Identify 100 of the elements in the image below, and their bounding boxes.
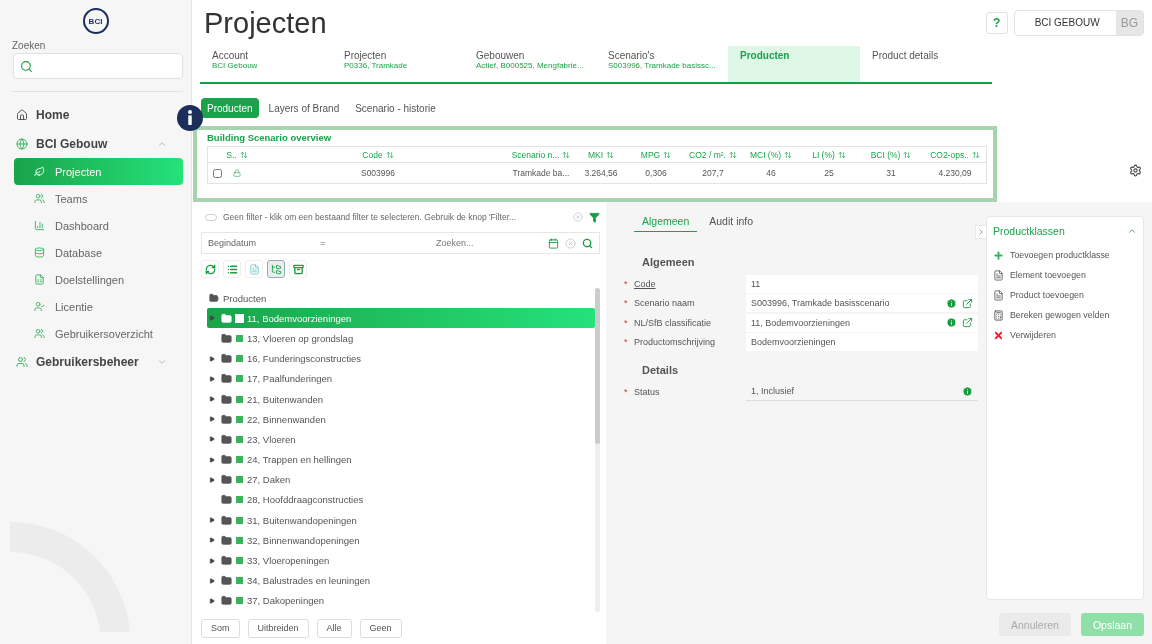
- sidebar-item[interactable]: BCI Gebouw: [0, 129, 167, 158]
- sort-icon[interactable]: [903, 150, 912, 159]
- column-header[interactable]: CO2 / m².: [684, 147, 742, 163]
- form-tab[interactable]: Audit info: [701, 210, 762, 232]
- form-field[interactable]: 11, Bodemvoorzieningen: [746, 313, 978, 332]
- sort-icon[interactable]: [562, 150, 571, 159]
- sort-icon[interactable]: [663, 150, 672, 159]
- tree-item[interactable]: 28, Hoofddraagconstructies: [207, 489, 595, 511]
- search-icon[interactable]: [582, 237, 593, 249]
- tree-item[interactable]: 21, Buitenwanden: [207, 388, 595, 410]
- panel-action[interactable]: Element toevoegen: [993, 265, 1137, 285]
- form-field[interactable]: S003996, Tramkade basisscenario: [746, 294, 978, 312]
- sidebar-item[interactable]: Teams: [14, 185, 183, 212]
- column-header[interactable]: Code: [248, 147, 508, 163]
- column-header[interactable]: MKI: [574, 147, 628, 163]
- caret-icon[interactable]: [209, 557, 215, 564]
- tree-item[interactable]: 27, Daken: [207, 469, 595, 490]
- panel-action[interactable]: Product toevoegen: [993, 285, 1137, 305]
- tree-item[interactable]: 32, Binnenwandopeningen: [207, 530, 595, 551]
- tree-item[interactable]: 24, Trappen en hellingen: [207, 449, 595, 470]
- breadcrumb-tab[interactable]: Gebouwen Actief, B000525, Mengfabrie...: [464, 46, 596, 82]
- form-field[interactable]: Bodemvoorzieningen: [746, 333, 978, 351]
- user-badge[interactable]: BCI GEBOUW BG: [1013, 10, 1144, 36]
- sort-icon[interactable]: [385, 150, 394, 159]
- sort-icon[interactable]: [728, 150, 737, 159]
- settings-icon[interactable]: [1129, 164, 1142, 177]
- tree-item[interactable]: 23, Vloeren: [207, 429, 595, 450]
- panel-action[interactable]: Toevoegen productklasse: [993, 245, 1137, 265]
- search-field[interactable]: [13, 53, 183, 79]
- caret-icon[interactable]: [209, 375, 215, 382]
- sort-icon[interactable]: [971, 150, 980, 159]
- sidebar-item[interactable]: Database: [14, 239, 183, 266]
- tree-item[interactable]: 13, Vloeren op grondslag: [207, 328, 595, 349]
- caret-icon[interactable]: [209, 597, 215, 604]
- filter-icon[interactable]: [589, 211, 600, 223]
- sidebar-item[interactable]: Doelstellingen: [14, 266, 183, 293]
- panel-action[interactable]: Bereken gewogen velden: [993, 305, 1137, 325]
- sidebar-item[interactable]: Gebruikersoverzicht: [14, 320, 183, 347]
- tree-button[interactable]: Uitbreiden: [247, 618, 309, 638]
- chevron-up-icon[interactable]: [1127, 226, 1137, 236]
- caret-icon[interactable]: [209, 537, 215, 544]
- tree-item[interactable]: 37, Dakopeningen: [207, 590, 595, 611]
- caret-icon[interactable]: [209, 456, 215, 463]
- info-icon[interactable]: [946, 297, 957, 309]
- sub-tab[interactable]: Scenario - historie: [349, 98, 442, 118]
- form-field[interactable]: 1, Inclusief: [746, 382, 978, 401]
- column-header[interactable]: S..: [226, 147, 248, 163]
- tree-item[interactable]: 17, Paalfunderingen: [207, 368, 595, 389]
- sidebar-item[interactable]: Licentie: [14, 293, 183, 320]
- sort-icon[interactable]: [606, 150, 615, 159]
- field-select[interactable]: Begindatum: [208, 238, 314, 248]
- caret-icon[interactable]: [209, 436, 215, 443]
- operator-select[interactable]: =: [320, 238, 428, 248]
- refresh-button[interactable]: [201, 260, 219, 278]
- tree-item[interactable]: 34, Balustrades en leuningen: [207, 570, 595, 591]
- archive-button[interactable]: [289, 260, 307, 278]
- breadcrumb-tab[interactable]: Account BCI Gebouw: [200, 46, 332, 82]
- sidebar-item[interactable]: Home: [0, 100, 167, 129]
- tree-button[interactable]: Alle: [316, 618, 352, 638]
- open-icon[interactable]: [962, 297, 973, 309]
- breadcrumb-tab[interactable]: Projecten P0336, Tramkade: [332, 46, 464, 82]
- column-header[interactable]: CO2-ops..: [924, 147, 986, 163]
- sort-icon[interactable]: [239, 150, 248, 159]
- tree-button[interactable]: [267, 260, 285, 278]
- tree-item[interactable]: 22, Binnenwanden: [207, 409, 595, 430]
- panel-action[interactable]: Verwijderen: [993, 325, 1137, 345]
- tree-item[interactable]: 16, Funderingsconstructies: [207, 348, 595, 369]
- sidebar-item[interactable]: Gebruikersbeheer: [0, 347, 167, 376]
- breadcrumb-tab[interactable]: Scenario's S003996, Tramkade basissc...: [596, 46, 728, 82]
- tree-button[interactable]: Som: [201, 618, 240, 638]
- caret-icon[interactable]: [209, 416, 215, 423]
- caret-icon[interactable]: [209, 396, 215, 403]
- filter-bar[interactable]: Geen filter - klik om een bestaand filter te selecteren. Gebruik de knop 'Filter...: [201, 208, 600, 226]
- sort-icon[interactable]: [784, 150, 793, 159]
- scrollbar[interactable]: [595, 288, 600, 612]
- sub-tab[interactable]: Layers of Brand: [262, 98, 346, 118]
- caret-icon[interactable]: [209, 355, 215, 362]
- column-header[interactable]: MCI (%): [742, 147, 800, 163]
- breadcrumb-tab[interactable]: Product details: [860, 46, 992, 82]
- tree-item[interactable]: 33, Vloeropeningen: [207, 550, 595, 571]
- sort-icon[interactable]: [837, 150, 846, 159]
- collapse-button[interactable]: [975, 225, 987, 239]
- row-checkbox[interactable]: [212, 168, 222, 178]
- calendar-icon[interactable]: [548, 237, 559, 249]
- open-icon[interactable]: [962, 317, 973, 328]
- caret-icon[interactable]: [209, 577, 215, 584]
- help-button[interactable]: ?: [985, 12, 1008, 34]
- form-field[interactable]: 11: [746, 274, 978, 293]
- column-header[interactable]: MPG: [628, 147, 684, 163]
- column-header[interactable]: LI (%): [800, 147, 858, 163]
- column-header[interactable]: Scenario n...: [508, 147, 574, 163]
- list-button[interactable]: [223, 260, 241, 278]
- column-header[interactable]: BCI (%): [858, 147, 924, 163]
- tree-item[interactable]: 31, Buitenwandopeningen: [207, 510, 595, 531]
- tree-root[interactable]: Producten: [207, 288, 595, 309]
- sidebar-item[interactable]: Dashboard: [14, 212, 183, 239]
- caret-icon[interactable]: [209, 476, 215, 483]
- tree-button[interactable]: Geen: [359, 618, 402, 638]
- info-icon[interactable]: [946, 317, 957, 328]
- caret-icon[interactable]: [209, 517, 215, 524]
